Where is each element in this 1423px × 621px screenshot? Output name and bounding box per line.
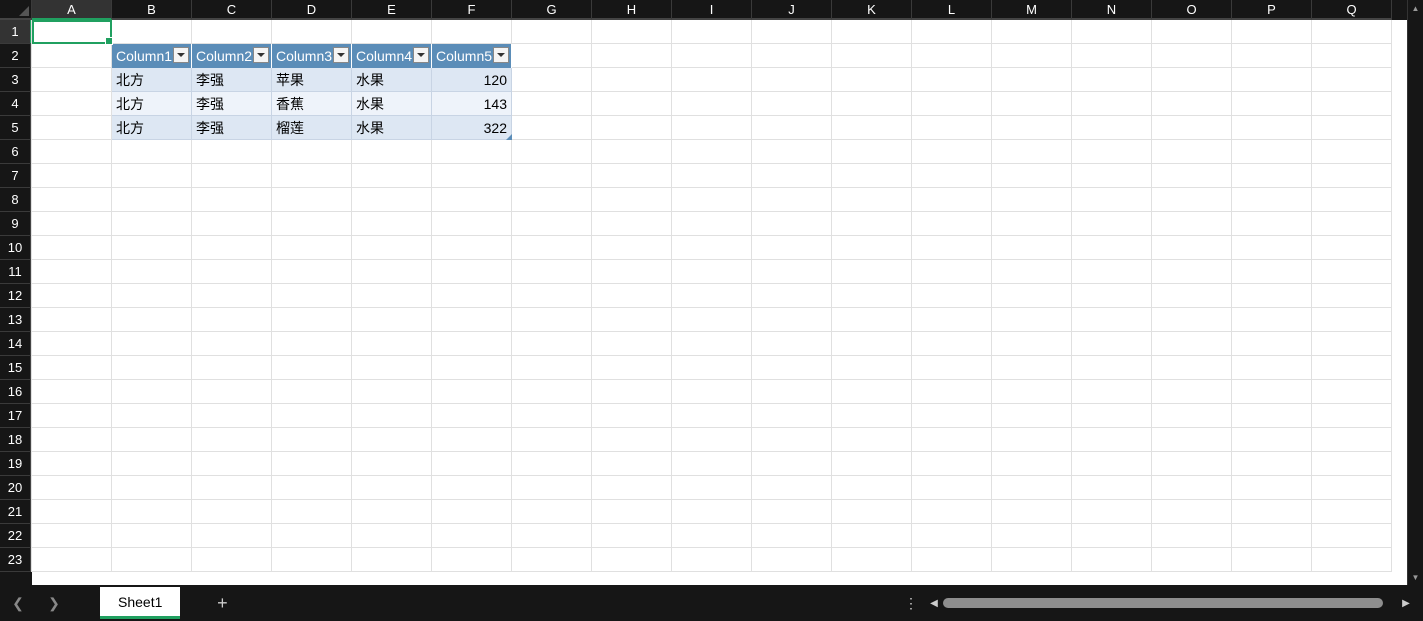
col-header-K[interactable]: K — [832, 0, 912, 20]
filter-dropdown-icon[interactable] — [173, 47, 189, 63]
scroll-right-icon[interactable]: ▶ — [1397, 598, 1415, 609]
col-header-L[interactable]: L — [912, 0, 992, 20]
row-header-5[interactable]: 5 — [0, 116, 32, 140]
table-cell[interactable]: 苹果 — [272, 68, 352, 92]
sheet-tab-bar: ❮ ❯ Sheet1 + ⋮ ◀ ▶ — [0, 585, 1423, 621]
col-header-H[interactable]: H — [592, 0, 672, 20]
filter-dropdown-icon[interactable] — [413, 47, 429, 63]
table-header-label: Column3 — [276, 48, 332, 64]
row-header-6[interactable]: 6 — [0, 140, 32, 164]
row-header-19[interactable]: 19 — [0, 452, 32, 476]
col-header-D[interactable]: D — [272, 0, 352, 20]
row-header-7[interactable]: 7 — [0, 164, 32, 188]
row-header-22[interactable]: 22 — [0, 524, 32, 548]
row-header-2[interactable]: 2 — [0, 44, 32, 68]
col-header-O[interactable]: O — [1152, 0, 1232, 20]
row-header-3[interactable]: 3 — [0, 68, 32, 92]
table-cell[interactable]: 水果 — [352, 92, 432, 116]
col-header-B[interactable]: B — [112, 0, 192, 20]
row-header-1[interactable]: 1 — [0, 20, 32, 44]
table-resize-handle[interactable] — [506, 134, 512, 140]
table-header-cell[interactable]: Column1 — [112, 44, 192, 68]
row-header-17[interactable]: 17 — [0, 404, 32, 428]
more-options-icon[interactable]: ⋮ — [897, 595, 925, 612]
tab-nav-next-icon[interactable]: ❯ — [36, 585, 72, 621]
table-cell[interactable]: 水果 — [352, 116, 432, 140]
table-cell[interactable]: 北方 — [112, 92, 192, 116]
row-header-4[interactable]: 4 — [0, 92, 32, 116]
filter-dropdown-icon[interactable] — [333, 47, 349, 63]
table-header-cell[interactable]: Column2 — [192, 44, 272, 68]
table-cell[interactable]: 北方 — [112, 116, 192, 140]
row-header-18[interactable]: 18 — [0, 428, 32, 452]
table-cell[interactable]: 322 — [432, 116, 512, 140]
col-header-P[interactable]: P — [1232, 0, 1312, 20]
row-header-16[interactable]: 16 — [0, 380, 32, 404]
col-header-J[interactable]: J — [752, 0, 832, 20]
table-header-label: Column2 — [196, 48, 252, 64]
vertical-scrollbar[interactable]: ▲ ▼ — [1407, 0, 1423, 585]
row-header-23[interactable]: 23 — [0, 548, 32, 572]
table-cell[interactable]: 李强 — [192, 116, 272, 140]
table-header-cell[interactable]: Column3 — [272, 44, 352, 68]
scroll-left-icon[interactable]: ◀ — [925, 598, 943, 609]
col-header-A[interactable]: A — [32, 0, 112, 20]
add-sheet-button[interactable]: + — [200, 593, 244, 614]
col-header-Q[interactable]: Q — [1312, 0, 1392, 20]
sheet-tab-active[interactable]: Sheet1 — [100, 587, 180, 619]
table-cell[interactable]: 北方 — [112, 68, 192, 92]
col-header-M[interactable]: M — [992, 0, 1072, 20]
row-header-21[interactable]: 21 — [0, 500, 32, 524]
col-header-G[interactable]: G — [512, 0, 592, 20]
active-cell-indicator — [32, 20, 112, 44]
table-cell[interactable]: 香蕉 — [272, 92, 352, 116]
row-header-20[interactable]: 20 — [0, 476, 32, 500]
col-header-N[interactable]: N — [1072, 0, 1152, 20]
table-header-cell[interactable]: Column4 — [352, 44, 432, 68]
row-header-12[interactable]: 12 — [0, 284, 32, 308]
select-all-corner[interactable] — [0, 0, 32, 20]
table-cell[interactable]: 李强 — [192, 92, 272, 116]
scroll-up-icon[interactable]: ▲ — [1408, 0, 1423, 16]
row-header-14[interactable]: 14 — [0, 332, 32, 356]
filter-dropdown-icon[interactable] — [253, 47, 269, 63]
row-header-11[interactable]: 11 — [0, 260, 32, 284]
scroll-down-icon[interactable]: ▼ — [1408, 569, 1423, 585]
row-header-10[interactable]: 10 — [0, 236, 32, 260]
filter-dropdown-icon[interactable] — [493, 47, 509, 63]
row-header-9[interactable]: 9 — [0, 212, 32, 236]
hscroll-thumb[interactable] — [943, 598, 1383, 608]
table-header-label: Column1 — [116, 48, 172, 64]
table-header-label: Column5 — [436, 48, 492, 64]
table-header-cell[interactable]: Column5 — [432, 44, 512, 68]
table-cell[interactable]: 143 — [432, 92, 512, 116]
col-header-I[interactable]: I — [672, 0, 752, 20]
table-header-label: Column4 — [356, 48, 412, 64]
tab-nav-prev-icon[interactable]: ❮ — [0, 585, 36, 621]
row-header-8[interactable]: 8 — [0, 188, 32, 212]
table-cell[interactable]: 120 — [432, 68, 512, 92]
row-header-13[interactable]: 13 — [0, 308, 32, 332]
table-cell[interactable]: 李强 — [192, 68, 272, 92]
col-header-C[interactable]: C — [192, 0, 272, 20]
row-header-15[interactable]: 15 — [0, 356, 32, 380]
col-header-E[interactable]: E — [352, 0, 432, 20]
table-cell[interactable]: 榴莲 — [272, 116, 352, 140]
table-cell[interactable]: 水果 — [352, 68, 432, 92]
horizontal-scrollbar[interactable]: ◀ ▶ — [925, 596, 1415, 610]
col-header-F[interactable]: F — [432, 0, 512, 20]
